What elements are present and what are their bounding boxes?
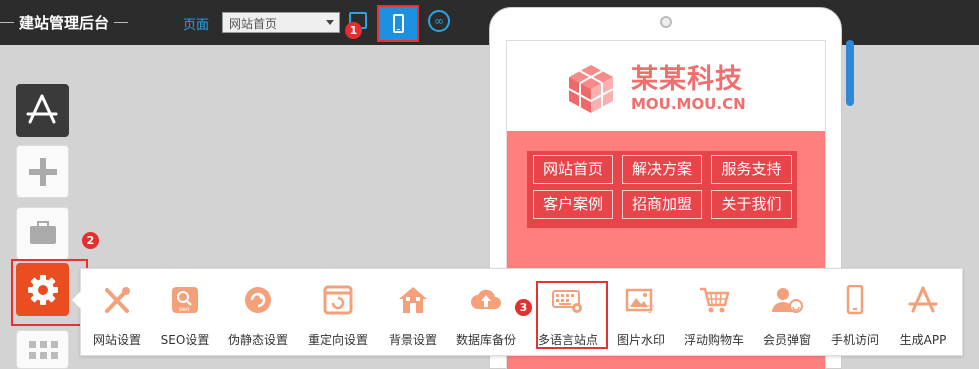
- step-badge-1: 1: [345, 22, 362, 39]
- tool-image-watermark[interactable]: T 图片水印: [609, 281, 673, 351]
- shopping-cart-icon: [700, 287, 730, 313]
- app-store-button[interactable]: [16, 84, 69, 137]
- grid-button[interactable]: [16, 330, 69, 369]
- svg-text:seo: seo: [179, 306, 190, 313]
- site-nav-item[interactable]: 解决方案: [622, 155, 702, 184]
- wrench-icon: [105, 287, 130, 313]
- tool-label: 数据库备份: [455, 333, 516, 347]
- svg-text:T: T: [647, 305, 655, 315]
- seo-search-icon: seo: [172, 287, 198, 313]
- app-store-icon: [26, 94, 58, 124]
- logo-domain: MOU.MOU.CN: [631, 95, 746, 113]
- toolbox-case: [30, 226, 56, 244]
- tool-mobile-access[interactable]: 手机访问: [823, 281, 887, 351]
- image-watermark-icon: T: [625, 288, 655, 315]
- tool-generate-app[interactable]: 生成APP: [891, 281, 955, 351]
- chevron-down-icon: [326, 20, 334, 25]
- site-nav-item[interactable]: 网站首页: [533, 155, 613, 184]
- step-badge-2: 2: [82, 232, 99, 249]
- tool-background-settings[interactable]: 背景设置: [381, 281, 445, 351]
- tool-label: 会员弹窗: [762, 333, 811, 347]
- tool-label: 生成APP: [899, 333, 947, 347]
- background-house-icon: [399, 287, 427, 313]
- tool-label: 背景设置: [388, 333, 437, 347]
- tool-site-settings[interactable]: 网站设置: [85, 281, 149, 351]
- tool-label: 浮动购物车: [683, 333, 744, 347]
- page-label: 页面: [183, 18, 210, 33]
- logo-chinese-name: 某某科技: [631, 64, 743, 95]
- page-select[interactable]: 网站首页: [222, 12, 340, 33]
- tool-label: 手机访问: [830, 333, 879, 347]
- site-logo: 某某科技 MOU.MOU.CN: [507, 41, 825, 131]
- tool-seo-settings[interactable]: seo SEO设置: [153, 281, 217, 351]
- tool-label: 网站设置: [92, 333, 141, 347]
- mobile-view-button[interactable]: [377, 5, 419, 42]
- mobile-access-icon: [846, 285, 864, 315]
- site-nav-item[interactable]: 招商加盟: [622, 190, 702, 219]
- settings-button[interactable]: [16, 263, 69, 316]
- redirect-icon: [323, 285, 353, 315]
- step-badge-3: 3: [515, 299, 532, 316]
- tool-label: 伪静态设置: [227, 333, 288, 347]
- link-icon[interactable]: ∞: [428, 10, 450, 32]
- rewrite-icon: [245, 287, 271, 313]
- site-nav-item[interactable]: 客户案例: [533, 190, 613, 219]
- app-title: 建站管理后台: [19, 13, 110, 32]
- tool-label: 重定向设置: [307, 333, 368, 347]
- cloud-upload-icon: [471, 289, 501, 309]
- tool-database-backup[interactable]: 数据库备份: [449, 281, 523, 351]
- tool-member-popup[interactable]: 会员弹窗: [755, 281, 819, 351]
- highlight-frame: [536, 281, 608, 349]
- tool-label: SEO设置: [160, 333, 210, 347]
- toolbox-button[interactable]: [16, 207, 69, 260]
- brand-left-rule: [0, 21, 14, 23]
- tool-rewrite-settings[interactable]: 伪静态设置: [221, 281, 295, 351]
- add-button[interactable]: [16, 145, 69, 198]
- scrollbar-thumb[interactable]: [846, 40, 854, 106]
- tool-floating-cart[interactable]: 浮动购物车: [677, 281, 751, 351]
- app-generate-icon: [908, 286, 938, 313]
- grid-icon: [29, 341, 58, 359]
- brand: 建站管理后台: [0, 12, 129, 32]
- camera-icon: [660, 16, 672, 28]
- brand-right-rule: [114, 21, 129, 23]
- page-select-value: 网站首页: [229, 17, 278, 31]
- site-nav-item[interactable]: 关于我们: [711, 190, 792, 219]
- site-nav-item[interactable]: 服务支持: [711, 155, 792, 184]
- tool-label: 图片水印: [616, 333, 665, 347]
- settings-gear-icon: [27, 274, 58, 305]
- site-nav: 网站首页 解决方案 服务支持 客户案例 招商加盟 关于我们: [527, 151, 797, 228]
- member-icon: [772, 288, 803, 313]
- cube-logo-icon: [568, 65, 614, 113]
- mobile-phone-icon: [393, 14, 404, 33]
- tool-redirect-settings[interactable]: 重定向设置: [299, 281, 377, 351]
